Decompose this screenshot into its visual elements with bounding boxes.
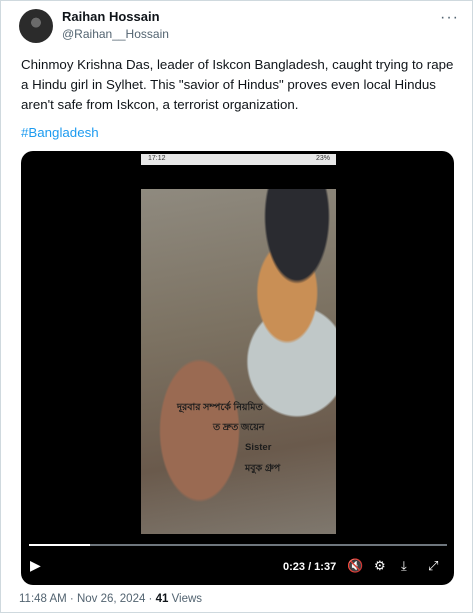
- video-player[interactable]: 17:12 23% দূরবার সম্পর্কে নিয়মিত ত দ্রু…: [21, 151, 454, 585]
- tweet-card: Raihan Hossain @Raihan__Hossain ··· Chin…: [0, 0, 473, 613]
- overlay-text-line: মবুক গ্রুপ: [245, 463, 281, 474]
- play-icon[interactable]: ▶: [30, 557, 41, 574]
- phone-time: 17:12: [148, 155, 166, 162]
- settings-icon[interactable]: ⚙: [374, 558, 386, 574]
- volume-mute-icon[interactable]: 🔇: [347, 558, 363, 574]
- minimize-icon[interactable]: ⤓: [401, 558, 407, 574]
- overlay-text-line: ত দ্রুত জয়েন: [213, 422, 265, 433]
- progress-fill: [29, 544, 91, 546]
- timestamp[interactable]: 11:48 AM · Nov 26, 2024 ·: [19, 593, 156, 605]
- overlay-text-line: দূরবার সম্পর্কে নিয়মিত: [177, 402, 263, 413]
- avatar[interactable]: [19, 9, 53, 43]
- phone-status-bar: 17:12 23%: [141, 154, 336, 165]
- fullscreen-icon[interactable]: ⤢: [428, 558, 438, 574]
- video-frame: দূরবার সম্পর্কে নিয়মিত ত দ্রুত জয়েন Si…: [141, 189, 336, 534]
- author-name[interactable]: Raihan Hossain: [62, 9, 160, 24]
- overlay-text-line: Sister: [245, 442, 272, 453]
- hashtag-link[interactable]: #Bangladesh: [21, 125, 99, 140]
- tweet-meta: 11:48 AM · Nov 26, 2024 · 41 Views: [19, 593, 202, 605]
- views-count: 41: [155, 593, 169, 605]
- more-horizontal-icon[interactable]: ···: [440, 9, 459, 27]
- progress-track[interactable]: [29, 544, 447, 546]
- views-label: Views: [168, 593, 203, 605]
- phone-battery: 23%: [315, 155, 330, 162]
- tweet-text: Chinmoy Krishna Das, leader of Iskcon Ba…: [21, 57, 454, 112]
- video-time: 0:23 / 1:37: [283, 561, 337, 573]
- author-handle[interactable]: @Raihan__Hossain: [62, 27, 169, 41]
